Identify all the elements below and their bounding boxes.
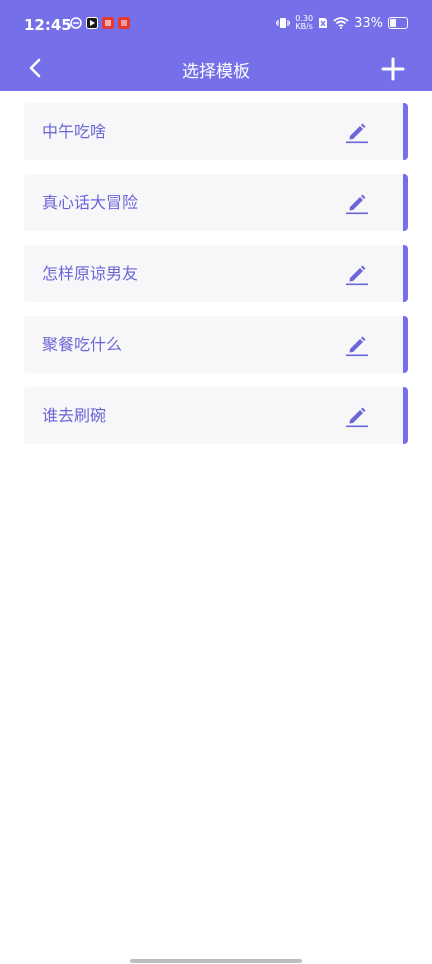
network-speed-unit: KB/s — [295, 22, 313, 31]
template-item[interactable]: 中午吃啥 — [24, 103, 408, 160]
template-label: 中午吃啥 — [42, 122, 107, 141]
app-header: 12:45 0.30 KB/s 33% 选择模板 — [0, 0, 432, 91]
edit-pencil-icon[interactable] — [345, 191, 369, 215]
template-item[interactable]: 谁去刷碗 — [24, 387, 408, 444]
notification-icons — [70, 17, 130, 29]
status-bar: 12:45 0.30 KB/s 33% — [0, 0, 432, 50]
status-time: 12:45 — [24, 16, 72, 34]
template-label: 真心话大冒险 — [42, 193, 139, 212]
red-app-notification-icon — [102, 17, 114, 29]
vibrate-icon — [276, 18, 291, 28]
edit-pencil-icon[interactable] — [345, 333, 369, 357]
sim-card-icon — [319, 18, 328, 28]
red-app-notification-icon-2 — [118, 17, 130, 29]
add-template-button[interactable] — [380, 56, 406, 82]
home-indicator[interactable] — [130, 959, 302, 963]
edit-pencil-icon[interactable] — [345, 404, 369, 428]
edit-pencil-icon[interactable] — [345, 262, 369, 286]
edit-pencil-icon[interactable] — [345, 120, 369, 144]
page-title: 选择模板 — [182, 62, 250, 82]
network-speed: 0.30 KB/s — [295, 15, 313, 31]
status-indicators: 0.30 KB/s 33% — [276, 15, 408, 31]
video-notification-icon — [86, 17, 98, 29]
template-item[interactable]: 真心话大冒险 — [24, 174, 408, 231]
template-label: 怎样原谅男友 — [42, 264, 139, 283]
template-label: 谁去刷碗 — [42, 406, 107, 425]
template-item[interactable]: 怎样原谅男友 — [24, 245, 408, 302]
battery-icon — [388, 17, 408, 29]
wifi-icon — [333, 17, 349, 29]
template-list: 中午吃啥 真心话大冒险 怎样原谅男友 聚餐吃什么 谁去刷碗 — [24, 103, 408, 458]
template-item[interactable]: 聚餐吃什么 — [24, 316, 408, 373]
app-notification-icon — [70, 17, 82, 29]
battery-percent: 33% — [354, 15, 383, 31]
template-label: 聚餐吃什么 — [42, 335, 123, 354]
